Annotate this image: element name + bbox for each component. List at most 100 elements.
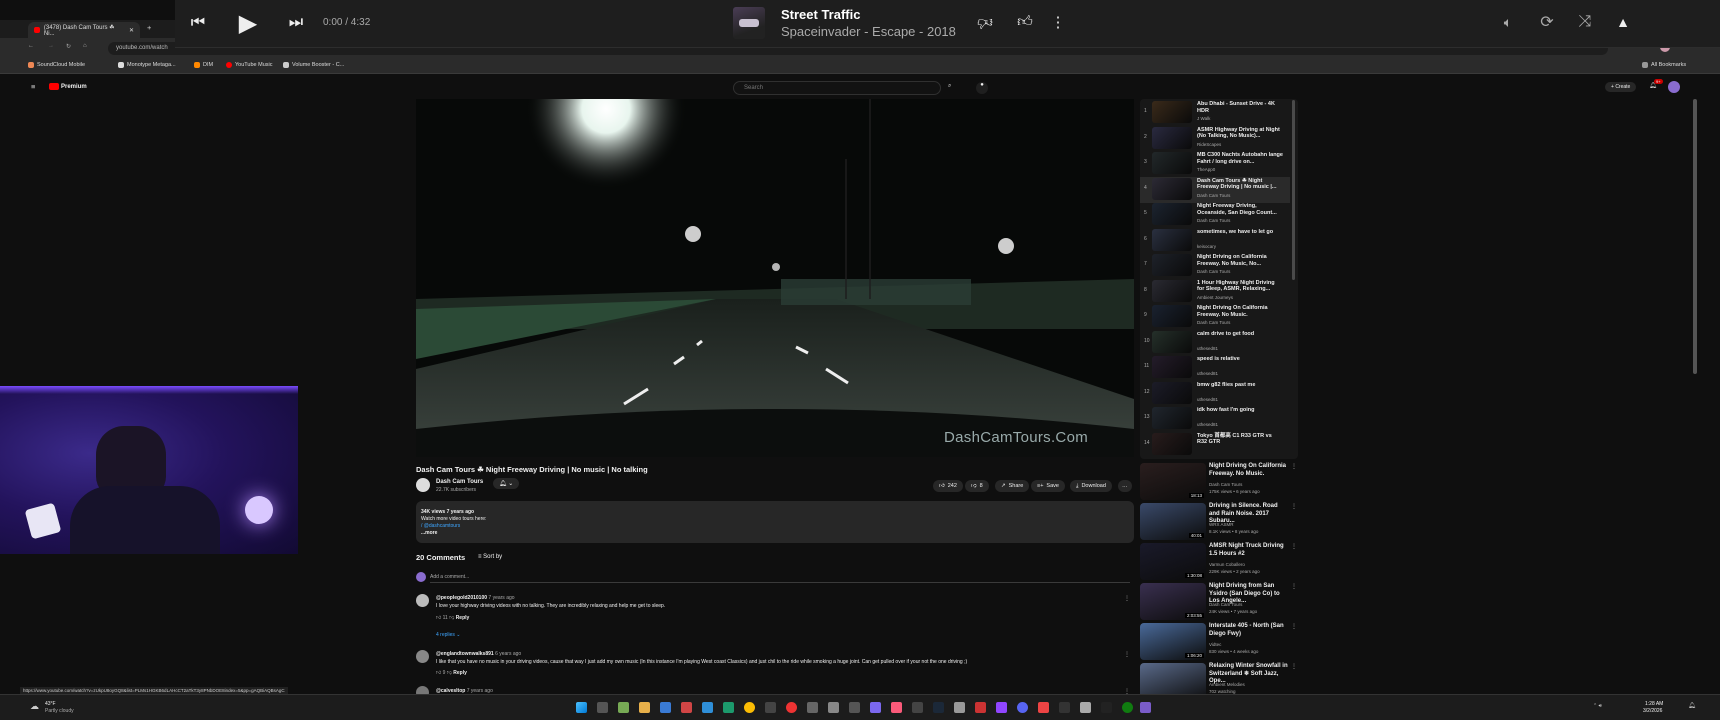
app-icon[interactable] <box>912 702 923 713</box>
app-icon[interactable] <box>1059 702 1070 713</box>
app-icon[interactable] <box>1140 702 1151 713</box>
explorer-icon[interactable] <box>639 702 650 713</box>
notify-bell-icon[interactable]: 🔔︎ ⌄ <box>493 478 520 489</box>
reload-icon[interactable]: ↻ <box>66 43 71 50</box>
home-icon[interactable]: ⌂ <box>83 43 87 49</box>
app-icon[interactable] <box>1080 702 1091 713</box>
xbox-icon[interactable] <box>1122 702 1133 713</box>
search-icon[interactable]: ⌕ <box>948 83 951 90</box>
music-icon[interactable] <box>891 702 902 713</box>
channel-name[interactable]: Dash Cam Tours <box>436 479 483 485</box>
comment-avatar[interactable] <box>416 650 429 663</box>
app-icon[interactable] <box>1038 702 1049 713</box>
app-icon[interactable] <box>849 702 860 713</box>
weather-icon[interactable]: ☁ <box>30 701 39 712</box>
comment-avatar[interactable] <box>416 594 429 607</box>
more-vert-icon[interactable]: ⋮ <box>1051 12 1066 32</box>
previous-track-icon[interactable]: ⏮ <box>187 12 209 34</box>
menu-icon[interactable]: ≡ <box>31 82 35 91</box>
bookmark-item[interactable]: DIM <box>194 62 213 68</box>
bookmark-item[interactable]: YouTube Music <box>226 62 273 68</box>
app-icon[interactable] <box>975 702 986 713</box>
tray-icons[interactable]: ⌃ 🔊︎ <box>1593 703 1602 709</box>
avatar[interactable] <box>1668 81 1680 93</box>
channel-avatar[interactable] <box>416 478 430 492</box>
chrome-icon[interactable] <box>744 702 755 713</box>
app-icon[interactable] <box>954 702 965 713</box>
shuffle-icon[interactable]: ⤨ <box>1575 12 1595 32</box>
mic-icon[interactable]: ● <box>976 82 988 94</box>
comment-menu-icon[interactable]: ⋮ <box>1124 651 1130 658</box>
playlist-item[interactable]: 13 idk how fast I'm going uthesed81 <box>1140 406 1290 432</box>
app-icon[interactable] <box>702 702 713 713</box>
recommended-video[interactable]: 2:03:55 Night Driving from San Ysidro (Sa… <box>1140 583 1298 621</box>
new-tab-icon[interactable]: + <box>147 23 151 32</box>
show-replies-button[interactable]: 4 replies ⌄ <box>436 632 461 638</box>
playlist-item[interactable]: 2 ASMR Highway Driving at Night (No Talki… <box>1140 126 1290 152</box>
search-input[interactable]: Search <box>733 81 941 95</box>
recommended-video[interactable]: 1:06:20 Interstate 405 - North (San Diego… <box>1140 623 1298 661</box>
like-icon[interactable]: 👍︎ <box>1015 12 1035 32</box>
album-art[interactable] <box>733 7 765 39</box>
search-taskbar-icon[interactable] <box>597 702 608 713</box>
notification-center-icon[interactable]: 🔔︎ <box>1688 702 1696 709</box>
video-player[interactable]: DashCamTours.Com <box>416 99 1134 457</box>
bookmark-item[interactable]: Monotype Metaga... <box>118 62 176 68</box>
app-icon[interactable] <box>870 702 881 713</box>
reply-button[interactable]: Reply <box>453 670 467 676</box>
playlist-item[interactable]: 8 1 Hour Highway Night Driving for Sleep,… <box>1140 279 1290 305</box>
track-title[interactable]: Street Traffic <box>781 7 860 22</box>
close-tab-icon[interactable]: ✕ <box>129 27 134 34</box>
channel-link[interactable]: / @dashcamtours <box>421 523 460 529</box>
download-button[interactable]: ⤓ Download <box>1070 480 1112 492</box>
forward-icon[interactable]: → <box>48 43 54 49</box>
app-icon[interactable] <box>660 702 671 713</box>
more-actions-icon[interactable]: … <box>1118 480 1132 492</box>
playlist-item[interactable]: 11 speed is relative uthesed81 <box>1140 355 1290 381</box>
share-button[interactable]: ↗ Share <box>995 480 1030 492</box>
recommended-video[interactable]: 18:13 Night Driving On California Freeway… <box>1140 463 1298 501</box>
playlist-item[interactable]: 14 Tokyo 首都高 C1 R33 GTR vs R32 GTR <box>1140 432 1290 458</box>
more-vert-icon[interactable]: ⋮ <box>1291 583 1297 590</box>
create-button[interactable]: + Create <box>1605 82 1637 92</box>
more-vert-icon[interactable]: ⋮ <box>1291 623 1297 630</box>
bookmark-item[interactable]: Volume Booster - C... <box>283 62 344 68</box>
playlist-item[interactable]: 9 Night Driving On California Freeway. No… <box>1140 304 1290 330</box>
app-icon[interactable] <box>828 702 839 713</box>
more-vert-icon[interactable]: ⋮ <box>1291 503 1297 510</box>
app-icon[interactable] <box>765 702 776 713</box>
recommended-video[interactable]: 40:01 Driving in Silence. Road and Rain N… <box>1140 503 1298 541</box>
comment-menu-icon[interactable]: ⋮ <box>1124 595 1130 602</box>
all-bookmarks[interactable]: All Bookmarks <box>1642 62 1686 68</box>
expand-up-icon[interactable]: ▲ <box>1613 12 1633 32</box>
browser-tab[interactable]: (3478) Dash Cam Tours ☘ Ni... ✕ <box>28 22 140 38</box>
add-comment-input[interactable]: Add a comment... <box>430 574 1130 583</box>
playlist-item[interactable]: 10 calm drive to get food uthesed81 <box>1140 330 1290 356</box>
page-scrollbar[interactable] <box>1693 99 1697 374</box>
x-icon[interactable] <box>1101 702 1112 713</box>
steam-icon[interactable] <box>933 702 944 713</box>
app-icon[interactable] <box>807 702 818 713</box>
playlist-item[interactable]: 3 MB C300 Nachts Autobahn lange Fahrt / l… <box>1140 151 1290 177</box>
back-icon[interactable]: ← <box>28 43 34 49</box>
edge-icon[interactable] <box>723 702 734 713</box>
taskview-icon[interactable] <box>618 702 629 713</box>
discord-icon[interactable] <box>1017 702 1028 713</box>
bookmark-item[interactable]: SoundCloud Mobile <box>28 62 85 68</box>
save-button[interactable]: ≡+ Save <box>1031 480 1065 492</box>
app-icon[interactable] <box>786 702 797 713</box>
show-more-link[interactable]: ...more <box>421 530 437 536</box>
more-vert-icon[interactable]: ⋮ <box>1291 543 1297 550</box>
app-icon[interactable] <box>996 702 1007 713</box>
playlist-item[interactable]: 6 sometimes, we have to let go keisocary <box>1140 228 1290 254</box>
youtube-logo[interactable]: Premium <box>49 83 87 90</box>
next-track-icon[interactable]: ⏭ <box>285 12 307 34</box>
playlist-item[interactable]: 4 Dash Cam Tours ☘ Night Freeway Driving … <box>1140 176 1290 203</box>
playlist-item[interactable]: 12 bmw g82 flies past me uthesed81 <box>1140 381 1290 407</box>
start-icon[interactable] <box>576 702 587 713</box>
dislike-button[interactable]: 👎︎ 8 <box>965 480 989 492</box>
app-icon[interactable] <box>681 702 692 713</box>
dislike-icon[interactable]: 👍︎ <box>975 12 995 32</box>
playlist-item[interactable]: 1 Abu Dhabi - Sunset Drive - 4K HDR J Walk <box>1140 100 1290 126</box>
playlist-item[interactable]: 7 Night Driving on California Freeway. No… <box>1140 253 1290 279</box>
